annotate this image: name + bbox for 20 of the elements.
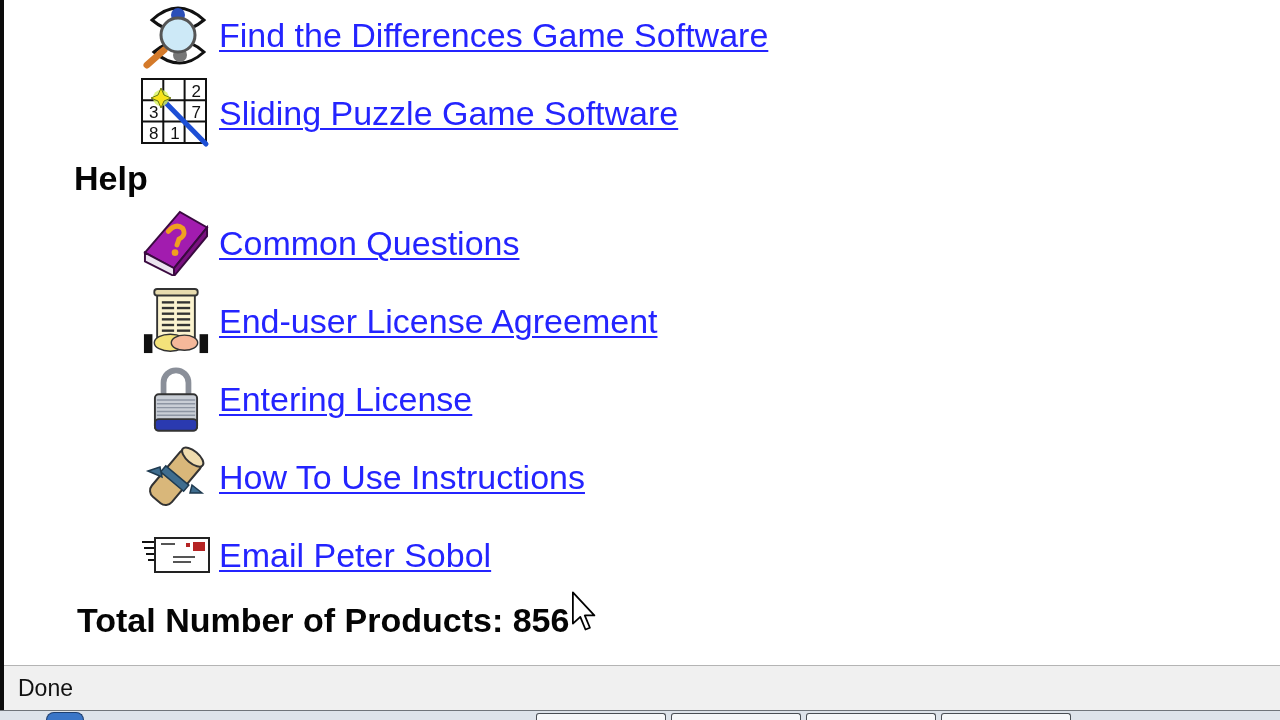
section-heading: Help: [74, 158, 148, 198]
product-total-text: Total Number of Products: 856: [77, 600, 570, 640]
help-link[interactable]: How To Use Instructions: [219, 457, 585, 497]
help-link[interactable]: Common Questions: [219, 223, 520, 263]
taskbar-button[interactable]: [671, 713, 801, 720]
help-link[interactable]: Entering License: [219, 379, 473, 419]
product-link[interactable]: Sliding Puzzle Game Software: [219, 93, 679, 133]
taskbar-button[interactable]: [941, 713, 1071, 720]
padlock-icon: [153, 365, 199, 433]
mouse-cursor-icon: [571, 591, 598, 631]
taskbar-button[interactable]: [536, 713, 666, 720]
product-link[interactable]: Find the Differences Game Software: [219, 15, 769, 55]
help-link[interactable]: Email Peter Sobol: [219, 535, 492, 575]
start-button[interactable]: [46, 712, 84, 720]
envelope-icon: [141, 536, 211, 574]
handshake-document-icon: [143, 286, 209, 356]
taskbar-button[interactable]: [806, 713, 936, 720]
status-text: Done: [18, 674, 73, 702]
help-link[interactable]: End-user License Agreement: [219, 301, 658, 341]
question-book-icon: [141, 210, 211, 276]
